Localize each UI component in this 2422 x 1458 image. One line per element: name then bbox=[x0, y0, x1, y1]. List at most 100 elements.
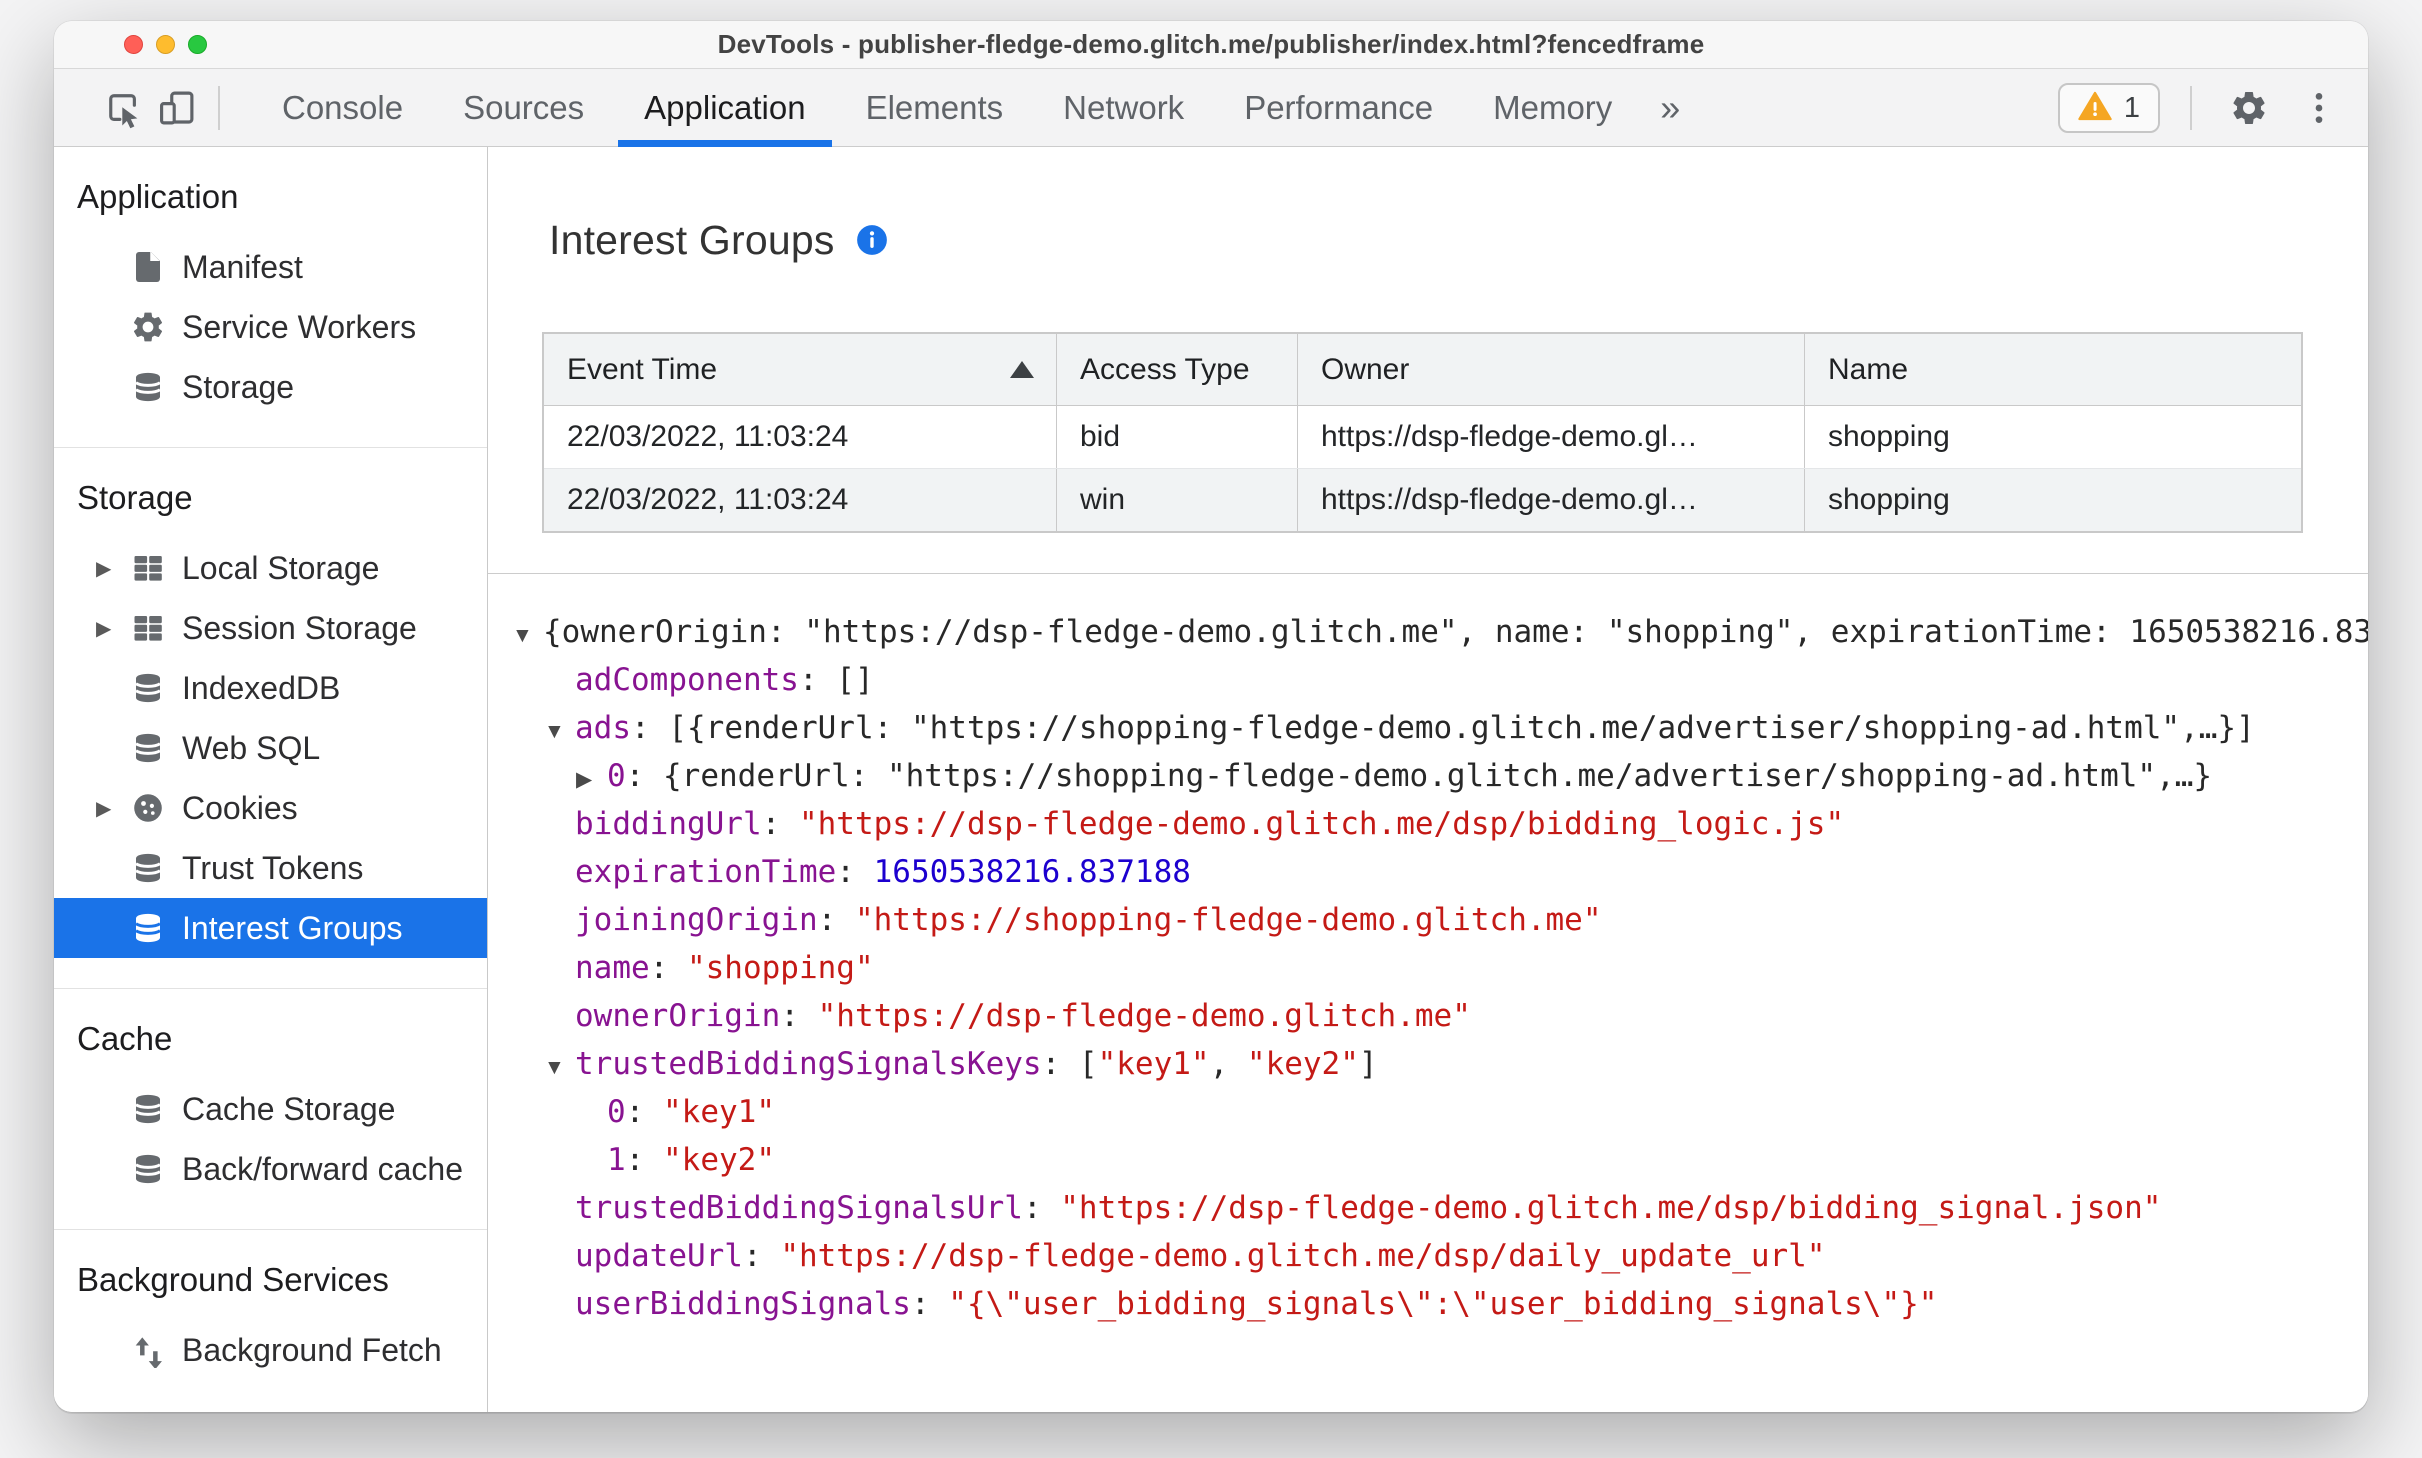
database-icon bbox=[130, 1151, 166, 1187]
sidebar-item-label: Cache Storage bbox=[182, 1090, 396, 1127]
sidebar-item-label: Storage bbox=[182, 368, 295, 405]
tree-line[interactable]: ▼ trustedBiddingSignalsKeys: ["key1", "ke… bbox=[488, 1040, 2368, 1088]
sidebar-item-web-sql[interactable]: Web SQL bbox=[54, 718, 487, 778]
expand-arrow-icon[interactable]: ▶ bbox=[96, 616, 120, 641]
sidebar-item-label: Service Workers bbox=[182, 308, 417, 345]
sidebar-section-application: Application Manifest Service Workers Storag… bbox=[54, 147, 487, 448]
zoom-button[interactable] bbox=[188, 35, 207, 54]
sidebar-item-cache-storage[interactable]: Cache Storage bbox=[54, 1079, 487, 1139]
tab-sources[interactable]: Sources bbox=[433, 69, 614, 147]
column-header-label: Owner bbox=[1321, 353, 1410, 386]
tree-text-segment: ads bbox=[575, 710, 631, 746]
database-icon bbox=[130, 369, 166, 405]
issues-counter-button[interactable]: 1 bbox=[2057, 83, 2160, 133]
tree-text-segment: "https://shopping-fledge-demo.glitch.me" bbox=[854, 902, 1602, 938]
window-title: DevTools - publisher-fledge-demo.glitch.… bbox=[717, 29, 1705, 59]
devtools-toolbar: Console Sources Application Elements Network… bbox=[54, 69, 2368, 147]
table-row[interactable]: 22/03/2022, 11:03:24 bid https://dsp-fledg… bbox=[544, 406, 2301, 468]
tab-performance[interactable]: Performance bbox=[1214, 69, 1463, 147]
tab-console[interactable]: Console bbox=[252, 69, 433, 147]
close-button[interactable] bbox=[124, 35, 143, 54]
tab-network[interactable]: Network bbox=[1033, 69, 1214, 147]
inspect-element-button[interactable] bbox=[96, 76, 150, 140]
disclosure-arrow-icon[interactable]: ▼ bbox=[512, 612, 543, 660]
sidebar-item-storage[interactable]: Storage bbox=[54, 357, 487, 417]
tree-line: expirationTime: 1650538216.837188 bbox=[488, 848, 2368, 896]
column-header-label: Access Type bbox=[1080, 353, 1250, 386]
minimize-button[interactable] bbox=[156, 35, 175, 54]
tab-elements[interactable]: Elements bbox=[836, 69, 1034, 147]
sidebar-item-interest-groups[interactable]: Interest Groups bbox=[54, 898, 487, 958]
tree-text-segment: "key1" bbox=[1097, 1046, 1210, 1082]
warning-triangle-icon bbox=[2078, 89, 2112, 128]
tree-line: 1: "key2" bbox=[488, 1136, 2368, 1184]
sort-ascending-icon bbox=[1010, 361, 1034, 378]
window-controls bbox=[124, 21, 207, 68]
sidebar-section-storage: Storage ▶ Local Storage ▶ Session Storage Ind… bbox=[54, 448, 487, 989]
column-header-event-time[interactable]: Event Time bbox=[544, 334, 1057, 405]
tree-text-segment: : bbox=[625, 1094, 663, 1130]
expand-arrow-icon[interactable]: ▶ bbox=[96, 556, 120, 581]
tree-text-segment: : bbox=[742, 1238, 781, 1274]
table-header-row: Event Time Access Type Owner Name bbox=[544, 334, 2301, 406]
sidebar-item-label: Cookies bbox=[182, 789, 298, 826]
more-tabs-button[interactable]: » bbox=[1650, 87, 1690, 129]
tree-line: updateUrl: "https://dsp-fledge-demo.glit… bbox=[488, 1232, 2368, 1280]
tree-line: ownerOrigin: "https://dsp-fledge-demo.gl… bbox=[488, 992, 2368, 1040]
tab-application[interactable]: Application bbox=[614, 69, 835, 147]
tree-text-segment: ownerOrigin bbox=[575, 998, 781, 1034]
tree-text-segment: : bbox=[817, 902, 855, 938]
table-row[interactable]: 22/03/2022, 11:03:24 win https://dsp-fledg… bbox=[544, 468, 2301, 531]
tree-text-segment: 0 bbox=[607, 758, 626, 794]
sidebar-item-label: Session Storage bbox=[182, 609, 417, 646]
sidebar-item-local-storage[interactable]: ▶ Local Storage bbox=[54, 538, 487, 598]
sidebar-item-cookies[interactable]: ▶ Cookies bbox=[54, 778, 487, 838]
tree-text-segment: "https://dsp-fledge-demo.glitch.me/dsp/d… bbox=[780, 1238, 1826, 1274]
column-header-access-type[interactable]: Access Type bbox=[1057, 334, 1298, 405]
interest-group-details-tree: ▼ {ownerOrigin: "https://dsp-fledge-demo.… bbox=[488, 574, 2368, 1412]
customize-devtools-button[interactable] bbox=[2292, 76, 2346, 140]
tree-line[interactable]: ▶ 0: {renderUrl: "https://shopping-fledge… bbox=[488, 752, 2368, 800]
sidebar-item-trust-tokens[interactable]: Trust Tokens bbox=[54, 838, 487, 898]
sidebar-item-background-fetch[interactable]: Background Fetch bbox=[54, 1320, 487, 1380]
disclosure-arrow-icon[interactable]: ▶ bbox=[576, 756, 607, 804]
sidebar-item-label: Back/forward cache bbox=[182, 1150, 464, 1187]
gear-icon bbox=[130, 309, 166, 345]
sidebar-item-back-forward-cache[interactable]: Back/forward cache bbox=[54, 1139, 487, 1199]
sidebar-item-service-workers[interactable]: Service Workers bbox=[54, 297, 487, 357]
titlebar: DevTools - publisher-fledge-demo.glitch.… bbox=[54, 21, 2368, 69]
database-icon bbox=[130, 730, 166, 766]
database-icon bbox=[130, 1091, 166, 1127]
device-toolbar-icon bbox=[156, 87, 198, 129]
tree-line[interactable]: ▼ {ownerOrigin: "https://dsp-fledge-demo.… bbox=[488, 608, 2368, 656]
tree-text-segment: : bbox=[761, 806, 799, 842]
tab-label: Performance bbox=[1244, 88, 1434, 126]
sidebar-item-session-storage[interactable]: ▶ Session Storage bbox=[54, 598, 487, 658]
tree-text-segment: : {renderUrl: "https://shopping-fledge-d… bbox=[625, 758, 2213, 794]
sidebar-item-indexeddb[interactable]: IndexedDB bbox=[54, 658, 487, 718]
table-cell: 22/03/2022, 11:03:24 bbox=[544, 469, 1057, 531]
table-cell: shopping bbox=[1828, 420, 1950, 453]
tree-line[interactable]: ▼ ads: [{renderUrl: "https://shopping-fle… bbox=[488, 704, 2368, 752]
tree-text-segment: : bbox=[1022, 1190, 1061, 1226]
expand-arrow-icon[interactable]: ▶ bbox=[96, 796, 120, 821]
database-icon bbox=[130, 850, 166, 886]
toggle-device-toolbar-button[interactable] bbox=[150, 76, 204, 140]
info-icon[interactable] bbox=[855, 223, 889, 257]
tree-text-segment: 0 bbox=[607, 1094, 626, 1130]
column-header-owner[interactable]: Owner bbox=[1298, 334, 1805, 405]
disclosure-arrow-icon[interactable]: ▼ bbox=[544, 708, 575, 756]
tab-memory[interactable]: Memory bbox=[1463, 69, 1642, 147]
column-header-name[interactable]: Name bbox=[1805, 334, 2299, 405]
tree-text-segment: : bbox=[625, 1142, 663, 1178]
tree-text-segment: "key2" bbox=[1246, 1046, 1359, 1082]
sidebar-item-manifest[interactable]: Manifest bbox=[54, 237, 487, 297]
table-cell: bid bbox=[1057, 406, 1298, 468]
disclosure-arrow-icon[interactable]: ▼ bbox=[544, 1044, 575, 1092]
tree-text-segment: expirationTime bbox=[575, 854, 837, 890]
tab-label: Network bbox=[1063, 88, 1185, 126]
settings-button[interactable] bbox=[2222, 76, 2276, 140]
tree-text-segment: "https://dsp-fledge-demo.glitch.me" bbox=[817, 998, 1471, 1034]
table-body: 22/03/2022, 11:03:24 bid https://dsp-fledg… bbox=[544, 406, 2301, 531]
tree-text-segment: , bbox=[1209, 1046, 1247, 1082]
